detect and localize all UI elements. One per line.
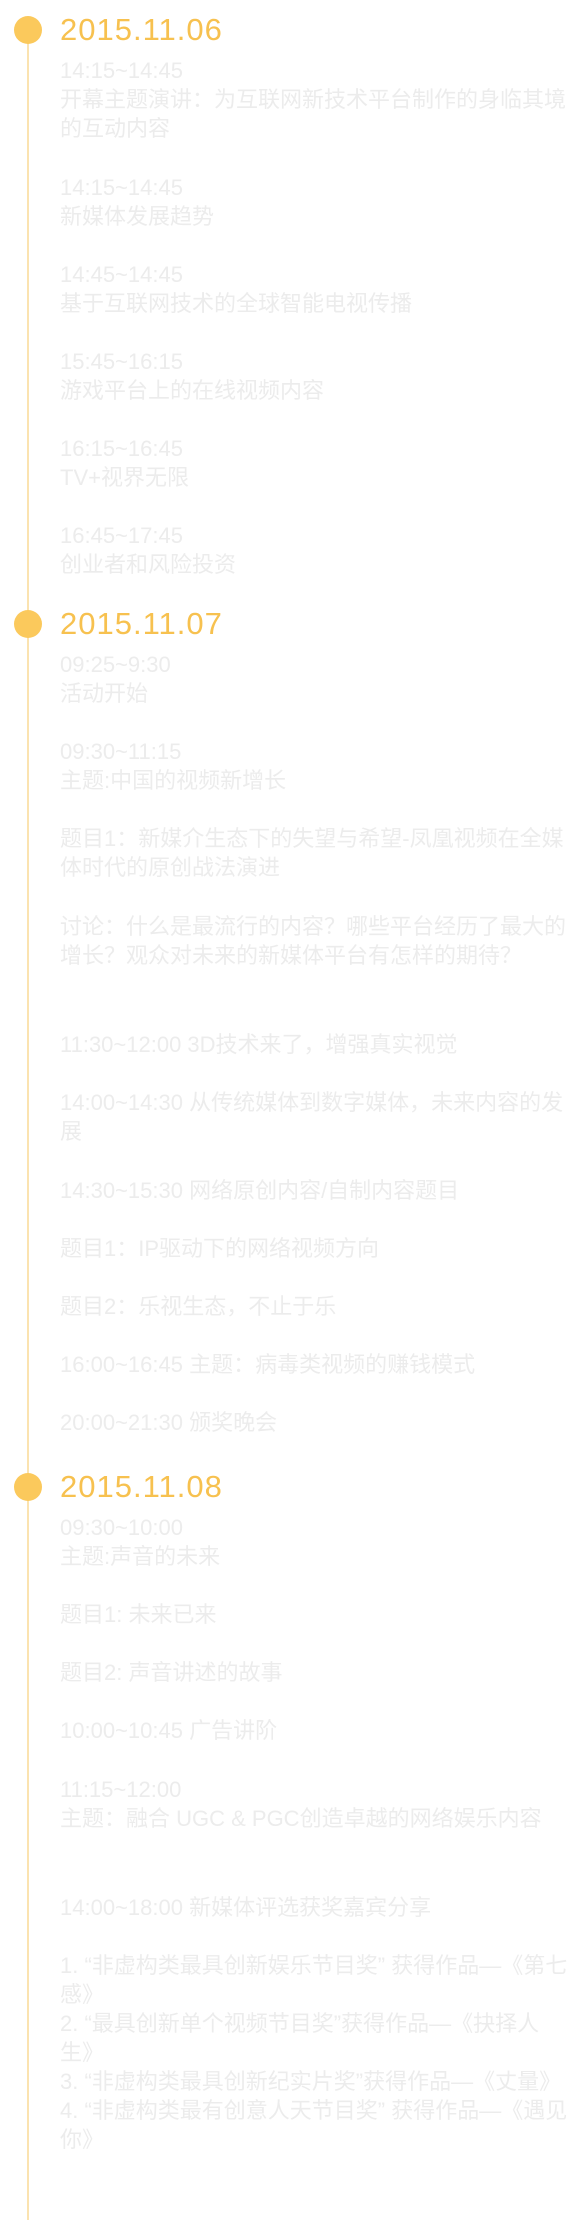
date-heading: 2015.11.08 [60, 1469, 223, 1504]
session-item: 09:30~11:15 主题:中国的视频新增长 [60, 739, 287, 793]
session-item: 20:00~21:30 颁奖晚会 [60, 1410, 278, 1435]
session-item: 14:45~14:45 基于互联网技术的全球智能电视传播 [60, 262, 413, 316]
session-item: 14:00~18:00 新媒体评选获奖嘉宾分享 [60, 1895, 432, 1920]
session-item: 10:00~10:45 广告讲阶 [60, 1718, 278, 1743]
session-item: 题目1: 未来已来 [60, 1602, 217, 1627]
award-item: 2. “最具创新单个视频节目奖”获得作品—《抉择人生》 [60, 2011, 540, 2065]
award-list: 1. “非虚构类最具创新娱乐节目奖” 获得作品—《第七感》 2. “最具创新单个… [60, 1951, 568, 2154]
session-item: 15:45~16:15 游戏平台上的在线视频内容 [60, 349, 325, 403]
session-item: 09:30~10:00 主题:声音的未来 [60, 1515, 221, 1569]
timeline-dot [14, 1473, 42, 1501]
session-item: 16:15~16:45 TV+视界无限 [60, 436, 189, 490]
session-item: 11:15~12:00 主题：融合 UGC & PGC创造卓越的网络娱乐内容 [60, 1777, 542, 1831]
session-item: 14:15~14:45 开幕主题演讲：为互联网新技术平台制作的身临其境的互动内容 [60, 58, 567, 141]
session-item: 题目2: 声音讲述的故事 [60, 1660, 283, 1685]
session-item: 14:15~14:45 新媒体发展趋势 [60, 175, 215, 229]
timeline-dot [14, 610, 42, 638]
date-heading: 2015.11.07 [60, 606, 223, 641]
event-timeline: 2015.11.06 14:15~14:45 开幕主题演讲：为互联网新技术平台制作… [0, 0, 580, 2224]
session-item: 讨论：什么是最流行的内容？哪些平台经历了最大的增长？观众对未来的新媒体平台有怎样… [60, 914, 567, 968]
session-item: 16:45~17:45 创业者和风险投资 [60, 523, 237, 577]
session-item: 14:30~15:30 网络原创内容/自制内容题目 [60, 1178, 460, 1203]
session-item: 14:00~14:30 从传统媒体到数字媒体，未来内容的发展 [60, 1090, 564, 1144]
award-item: 4. “非虚构类最有创意人天节目奖” 获得作品—《遇见你》 [60, 2098, 568, 2152]
date-heading: 2015.11.06 [60, 12, 223, 47]
timeline-line [27, 28, 29, 2220]
session-item: 11:30~12:00 3D技术来了，增强真实视觉 [60, 1032, 458, 1057]
session-item: 题目2：乐视生态，不止于乐 [60, 1294, 337, 1319]
session-item: 题目1：IP驱动下的网络视频方向 [60, 1236, 380, 1261]
timeline-dot [14, 16, 42, 44]
session-item: 16:00~16:45 主题：病毒类视频的赚钱模式 [60, 1352, 476, 1377]
session-item: 09:25~9:30 活动开始 [60, 652, 171, 706]
award-item: 3. “非虚构类最具创新纪实片奖”获得作品—《丈量》 [60, 2069, 562, 2094]
award-item: 1. “非虚构类最具创新娱乐节目奖” 获得作品—《第七感》 [60, 1953, 568, 2007]
session-item: 题目1：新媒介生态下的失望与希望-凤凰视频在全媒体时代的原创战法演进 [60, 826, 564, 880]
